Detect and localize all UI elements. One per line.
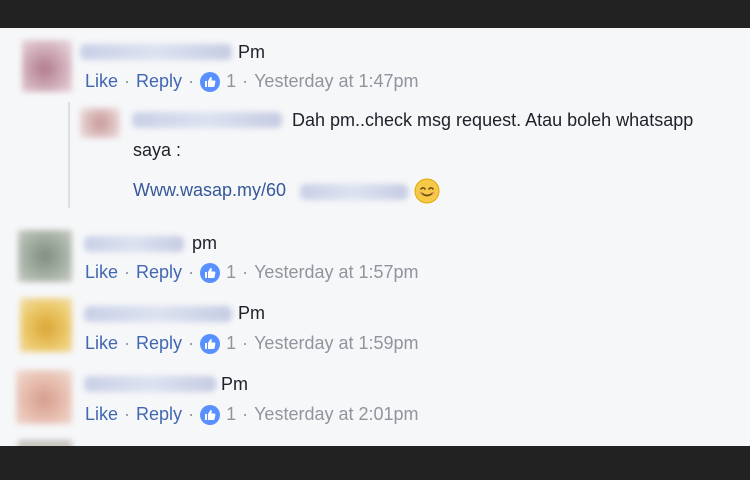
separator: · <box>188 262 195 282</box>
comment-text: Pm <box>238 303 265 323</box>
thumbs-up-icon[interactable] <box>200 404 221 425</box>
like-count[interactable]: 1 <box>226 262 236 283</box>
separator: · <box>242 333 249 353</box>
separator: · <box>242 262 249 282</box>
avatar[interactable] <box>20 298 72 352</box>
separator: · <box>124 404 131 424</box>
commenter-name-redacted[interactable] <box>84 306 232 322</box>
comment-text: pm <box>192 233 218 253</box>
like-count[interactable]: 1 <box>226 333 236 354</box>
avatar[interactable] <box>80 108 120 138</box>
like-count[interactable]: 1 <box>226 404 236 425</box>
reply-button[interactable]: Reply <box>136 333 182 354</box>
separator: · <box>124 71 131 91</box>
phone-number-redacted <box>300 184 408 200</box>
thumbs-up-icon[interactable] <box>200 71 221 92</box>
like-button[interactable]: Like <box>85 404 118 425</box>
thumbs-up-icon[interactable] <box>200 333 221 354</box>
whatsapp-link[interactable]: Www.wasap.my/60 <box>133 180 286 201</box>
commenter-name-redacted[interactable] <box>80 44 232 60</box>
comment-actions: Like · Reply · 1 · Yesterday at 1:47pm <box>85 71 419 92</box>
separator: · <box>124 333 131 353</box>
separator: · <box>188 404 195 424</box>
comment-actions: Like · Reply · 1 · Yesterday at 1:57pm <box>85 262 419 283</box>
separator: · <box>188 71 195 91</box>
like-count[interactable]: 1 <box>226 71 236 92</box>
comment-text: Pm <box>238 42 265 62</box>
reply-button[interactable]: Reply <box>136 71 182 92</box>
comments-panel: Pm Like · Reply · 1 · Yesterday at 1:47p… <box>0 28 750 446</box>
comment-text: Pm <box>221 374 248 394</box>
timestamp[interactable]: Yesterday at 1:57pm <box>254 262 418 283</box>
reply-text: Dah pm..check msg request. Atau boleh wh… <box>292 110 694 130</box>
reply-button[interactable]: Reply <box>136 262 182 283</box>
commenter-name-redacted[interactable] <box>132 112 282 128</box>
timestamp[interactable]: Yesterday at 2:01pm <box>254 404 418 425</box>
like-button[interactable]: Like <box>85 262 118 283</box>
commenter-name-redacted[interactable] <box>84 236 184 252</box>
comment-actions: Like · Reply · 1 · Yesterday at 1:59pm <box>85 333 419 354</box>
separator: · <box>124 262 131 282</box>
like-button[interactable]: Like <box>85 333 118 354</box>
separator: · <box>242 71 249 91</box>
separator: · <box>188 333 195 353</box>
bottom-frame <box>0 446 750 480</box>
avatar[interactable] <box>16 370 72 424</box>
thumbs-up-icon[interactable] <box>200 262 221 283</box>
reply-button[interactable]: Reply <box>136 404 182 425</box>
avatar[interactable] <box>18 230 72 282</box>
comment-actions: Like · Reply · 1 · Yesterday at 2:01pm <box>85 404 419 425</box>
reply-thread-line <box>68 102 70 208</box>
like-button[interactable]: Like <box>85 71 118 92</box>
avatar[interactable] <box>22 40 72 92</box>
smiling-face-icon <box>414 178 440 204</box>
separator: · <box>242 404 249 424</box>
timestamp[interactable]: Yesterday at 1:47pm <box>254 71 418 92</box>
commenter-name-redacted[interactable] <box>84 376 216 392</box>
reply-text-continued: saya : <box>133 140 182 160</box>
timestamp[interactable]: Yesterday at 1:59pm <box>254 333 418 354</box>
